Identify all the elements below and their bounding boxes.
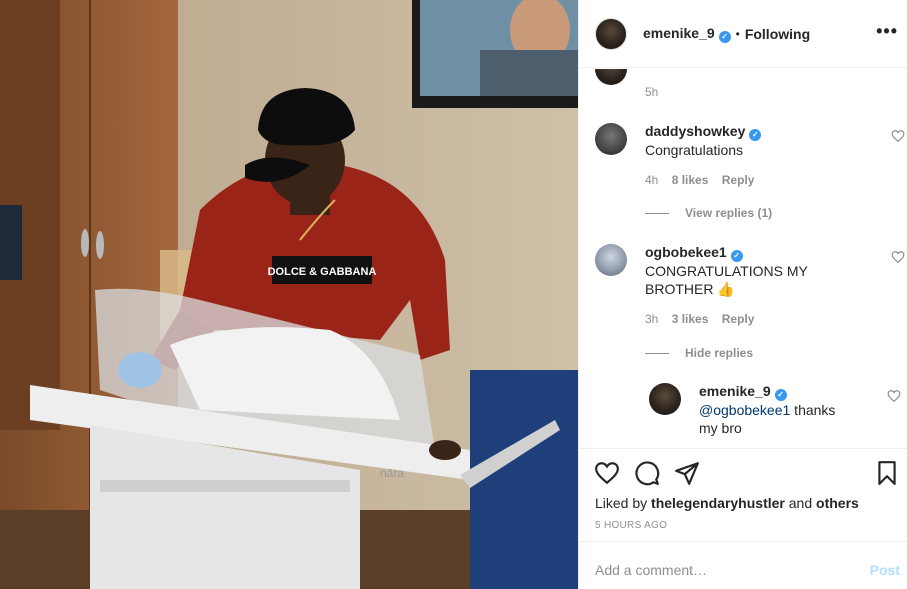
header-separator: • <box>735 26 740 41</box>
add-comment-input[interactable]: Add a comment… <box>595 562 707 578</box>
liked-by: Liked by thelegendaryhustler and others <box>595 495 859 511</box>
author-avatar-partial[interactable] <box>595 69 627 85</box>
following-button[interactable]: Following <box>745 26 810 42</box>
reply-button[interactable]: Reply <box>722 173 755 187</box>
post-header: emenike_9 ✓ • Following ••• <box>579 0 907 68</box>
view-replies-label[interactable]: View replies (1) <box>685 206 772 220</box>
post-actions: Liked by thelegendaryhustler and others … <box>579 448 907 541</box>
reply-username-text[interactable]: emenike_9 <box>699 383 771 399</box>
heart-icon[interactable] <box>891 129 905 143</box>
like-heart-icon[interactable] <box>594 460 620 486</box>
comment-username-text[interactable]: daddyshowkey <box>645 123 745 139</box>
verified-badge-icon: ✓ <box>718 30 731 43</box>
comment-time[interactable]: 3h <box>645 312 658 326</box>
hide-replies-label[interactable]: Hide replies <box>685 346 753 360</box>
comment-meta: 4h 8 likes Reply <box>645 173 867 187</box>
comment-likes[interactable]: 8 likes <box>672 173 709 187</box>
reply-button[interactable]: Reply <box>722 312 755 326</box>
commenter-avatar[interactable] <box>595 244 627 276</box>
bassinet-brand-text: nāra <box>380 466 404 480</box>
share-icon[interactable] <box>674 460 700 486</box>
heart-icon[interactable] <box>887 389 901 403</box>
sweater-logo-text: DOLCE & GABBANA <box>268 266 377 278</box>
more-options-icon[interactable]: ••• <box>876 22 898 40</box>
comment-time[interactable]: 4h <box>645 173 658 187</box>
comment-meta: 3h 3 likes Reply <box>645 312 867 326</box>
verified-badge-icon: ✓ <box>749 129 762 141</box>
reply-avatar[interactable] <box>649 383 681 415</box>
liked-by-and: and <box>784 495 817 511</box>
photo-illustration: DOLCE & GABBANA nāra <box>0 0 578 589</box>
replies-line <box>645 352 669 354</box>
comment-text: Congratulations <box>645 142 744 158</box>
verified-badge-icon: ✓ <box>774 389 787 401</box>
comment-username-text[interactable]: ogbobekee1 <box>645 244 727 260</box>
verified-badge-icon: ✓ <box>730 250 743 262</box>
post-comment-button[interactable]: Post <box>870 562 900 578</box>
comment-username[interactable]: ogbobekee1 ✓ <box>645 244 867 262</box>
comments-list[interactable]: 5h daddyshowkey ✓ Congratulations 4h 8 li… <box>579 69 907 447</box>
post-photo[interactable]: DOLCE & GABBANA nāra <box>0 0 578 589</box>
hide-replies-button[interactable]: Hide replies <box>645 346 753 360</box>
replies-line <box>645 212 669 214</box>
reply-text: @ogbobekee1 thanks my bro <box>699 401 849 437</box>
caption-time[interactable]: 5h <box>645 85 658 99</box>
reply-mention[interactable]: @ogbobekee1 <box>699 402 790 418</box>
heart-icon[interactable] <box>891 250 905 264</box>
author-username-text[interactable]: emenike_9 <box>643 25 715 41</box>
liked-by-prefix: Liked by <box>595 495 652 511</box>
view-replies-button[interactable]: View replies (1) <box>645 206 772 220</box>
reply-username[interactable]: emenike_9 ✓ <box>699 383 849 401</box>
comment-text: CONGRATULATIONS MY BROTHER 👍 <box>645 263 808 297</box>
add-comment-bar: Add a comment… Post <box>579 541 907 589</box>
liked-by-user[interactable]: thelegendaryhustler <box>651 495 785 511</box>
bookmark-icon[interactable] <box>874 460 900 486</box>
commenter-avatar[interactable] <box>595 123 627 155</box>
author-avatar[interactable] <box>595 17 627 50</box>
post-time-ago[interactable]: 5 HOURS AGO <box>595 520 667 531</box>
liked-by-others[interactable]: others <box>816 495 859 511</box>
comment-likes[interactable]: 3 likes <box>672 312 709 326</box>
comment-icon[interactable] <box>634 460 660 486</box>
post-side-panel: emenike_9 ✓ • Following ••• 5h daddyshowk… <box>578 0 907 589</box>
comment-username[interactable]: daddyshowkey ✓ <box>645 123 867 141</box>
author-username[interactable]: emenike_9 ✓ <box>643 25 731 43</box>
